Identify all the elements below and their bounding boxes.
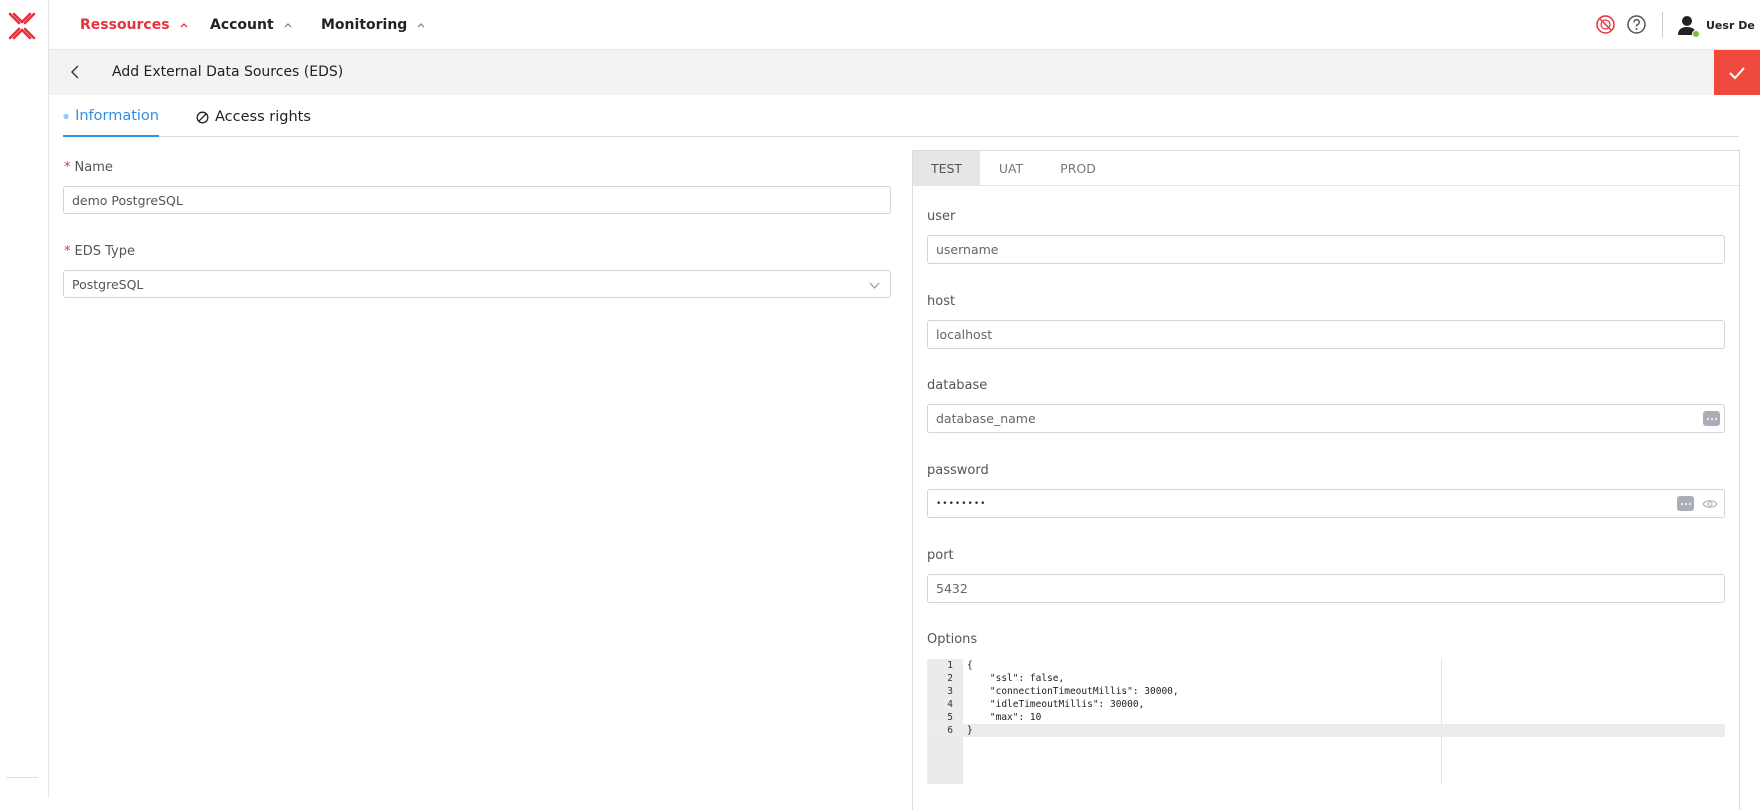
code-line-active: 6} <box>927 724 1725 737</box>
password-input[interactable]: •••••••• <box>927 489 1725 518</box>
line-number: 5 <box>947 712 953 723</box>
line-number: 4 <box>947 699 953 710</box>
confirm-button[interactable] <box>1714 50 1760 95</box>
eds-type-select[interactable]: PostgreSQL <box>63 270 891 298</box>
eye-icon[interactable] <box>1702 497 1718 511</box>
chevron-up-icon <box>180 23 188 28</box>
page-header: Add External Data Sources (EDS) <box>49 50 1760 95</box>
code-text: { <box>967 660 973 671</box>
chevron-up-icon <box>284 23 292 28</box>
tab-bar: Information Access rights <box>63 97 1739 137</box>
logo-icon[interactable] <box>7 11 37 41</box>
password-label: password <box>927 463 989 478</box>
eds-type-value: PostgreSQL <box>72 276 144 292</box>
page-title: Add External Data Sources (EDS) <box>112 64 344 80</box>
tab-information[interactable]: Information <box>63 97 159 137</box>
nav-item-monitoring[interactable]: Monitoring <box>321 0 426 50</box>
more-options-icon[interactable] <box>1703 411 1720 426</box>
line-number: 2 <box>947 673 953 684</box>
code-text: } <box>967 725 973 736</box>
header-divider <box>1662 12 1663 38</box>
nav-item-label: Account <box>210 17 274 33</box>
required-mark: * <box>64 244 71 259</box>
database-value: database_name <box>936 411 1036 426</box>
port-input[interactable]: 5432 <box>927 574 1725 603</box>
more-options-icon[interactable] <box>1677 496 1694 511</box>
eds-type-label-text: EDS Type <box>74 244 135 259</box>
nav-item-label: Ressources <box>80 17 170 33</box>
host-input[interactable]: localhost <box>927 320 1725 349</box>
rail-divider <box>6 777 38 778</box>
user-menu[interactable]: Uesr De <box>1676 0 1755 50</box>
tab-access-rights[interactable]: Access rights <box>196 97 311 137</box>
ban-icon <box>196 111 209 123</box>
password-value: •••••••• <box>936 498 987 509</box>
gear-icon <box>63 113 69 119</box>
port-label: port <box>927 548 954 563</box>
environment-tabs: TEST UAT PROD <box>913 151 1739 186</box>
name-label: * Name <box>64 160 113 175</box>
tab-label: Information <box>75 108 159 124</box>
line-number: 1 <box>947 660 953 671</box>
back-arrow-icon[interactable] <box>66 62 86 82</box>
required-mark: * <box>64 160 71 175</box>
options-label: Options <box>927 632 978 647</box>
nav-item-account[interactable]: Account <box>210 0 293 50</box>
code-line: 1{ <box>927 659 1725 672</box>
nav-item-label: Monitoring <box>321 17 408 33</box>
code-line: 3 "connectionTimeoutMillis": 30000, <box>927 685 1725 698</box>
user-label: user <box>927 209 956 224</box>
top-navigation: Ressources Account Monitoring Uesr De <box>49 0 1760 50</box>
name-label-text: Name <box>74 160 113 175</box>
chevron-down-icon <box>869 282 880 289</box>
code-text: "ssl": false, <box>967 673 1065 684</box>
code-text: "connectionTimeoutMillis": 30000, <box>967 686 1179 697</box>
name-input[interactable]: demo PostgreSQL <box>63 186 891 214</box>
presence-indicator <box>1692 30 1700 38</box>
line-number: 6 <box>947 725 953 736</box>
nav-item-ressources[interactable]: Ressources <box>80 0 189 50</box>
no-access-icon[interactable] <box>1595 14 1616 35</box>
code-line: 2 "ssl": false, <box>927 672 1725 685</box>
user-name: Uesr De <box>1706 18 1755 32</box>
env-tab-test[interactable]: TEST <box>913 151 980 186</box>
database-label: database <box>927 378 988 393</box>
env-tab-prod[interactable]: PROD <box>1042 151 1114 186</box>
options-code-editor[interactable]: 1{ 2 "ssl": false, 3 "connectionTimeoutM… <box>927 659 1725 784</box>
code-text: "idleTimeoutMillis": 30000, <box>967 699 1145 710</box>
code-line: 4 "idleTimeoutMillis": 30000, <box>927 698 1725 711</box>
code-text: "max": 10 <box>967 712 1042 723</box>
user-input[interactable]: username <box>927 235 1725 264</box>
host-label: host <box>927 294 956 309</box>
chevron-up-icon <box>417 23 425 28</box>
tab-label: Access rights <box>215 109 311 125</box>
left-rail <box>0 0 49 798</box>
database-input[interactable]: database_name <box>927 404 1725 433</box>
environment-panel: TEST UAT PROD user username host localho… <box>912 150 1740 810</box>
env-tab-uat[interactable]: UAT <box>980 151 1042 186</box>
line-number: 3 <box>947 686 953 697</box>
help-icon[interactable] <box>1626 14 1647 35</box>
code-line: 5 "max": 10 <box>927 711 1725 724</box>
eds-type-label: * EDS Type <box>64 244 135 259</box>
avatar <box>1676 14 1700 38</box>
check-icon <box>1729 66 1745 79</box>
